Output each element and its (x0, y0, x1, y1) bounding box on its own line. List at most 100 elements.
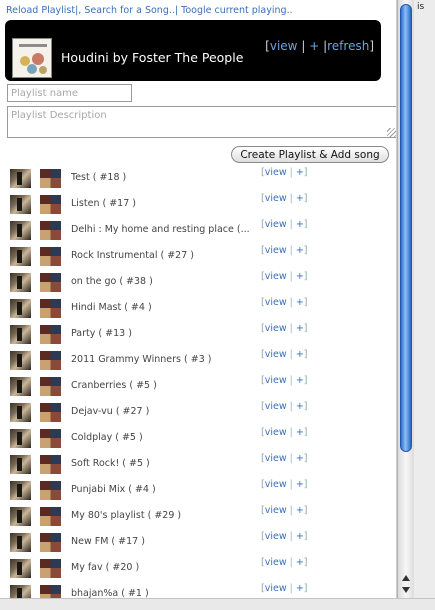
playlist-view-link[interactable]: view (265, 271, 287, 282)
playlist-view-link[interactable]: view (265, 323, 287, 334)
playlist-collage-thumbnail (40, 585, 61, 598)
bracket: ] (303, 557, 308, 568)
list-item: My 80's playlist ( #29 ) [view | +] (0, 503, 396, 529)
playlist-add-link[interactable]: + (296, 193, 304, 204)
playlist-view-link[interactable]: view (265, 375, 287, 386)
playlist-collage-thumbnail (40, 195, 61, 214)
separator: | (289, 531, 293, 542)
playlist-collage-thumbnail (40, 377, 61, 396)
playlist-actions: [view | +] (261, 557, 308, 568)
playlist-thumbnail (10, 247, 31, 266)
now-playing-actions: [view | + |refresh] (265, 39, 374, 53)
resize-grip-icon[interactable] (387, 128, 396, 137)
playlist-add-link[interactable]: + (296, 349, 304, 360)
list-item: Party ( #13 ) [view | +] (0, 321, 396, 347)
separator: | (289, 193, 293, 204)
list-item: Soft Rock! ( #5 ) [view | +] (0, 451, 396, 477)
playlist-view-link[interactable]: view (265, 167, 287, 178)
playlist-add-link[interactable]: + (296, 557, 304, 568)
separator: | (289, 323, 293, 334)
playlist-view-link[interactable]: view (265, 479, 287, 490)
playlist-thumbnail (10, 559, 31, 578)
separator: | (289, 453, 293, 464)
playlist-add-link[interactable]: + (296, 297, 304, 308)
playlist-view-link[interactable]: view (265, 453, 287, 464)
playlist-add-link[interactable]: + (296, 583, 304, 594)
playlist-add-link[interactable]: + (296, 505, 304, 516)
playlist-add-link[interactable]: + (296, 219, 304, 230)
playlist-view-link[interactable]: view (265, 193, 287, 204)
playlist-thumbnail (10, 507, 31, 526)
search-song-link[interactable]: Search for a Song.. (84, 5, 175, 16)
playlist-view-link[interactable]: view (265, 427, 287, 438)
separator: | (289, 583, 293, 594)
playlist-add-link[interactable]: + (296, 427, 304, 438)
playlist-thumbnail (10, 429, 31, 448)
playlist-label: Hindi Mast ( #4 ) (71, 302, 152, 313)
playlist-thumbnail (10, 585, 31, 598)
create-playlist-button[interactable]: Create Playlist & Add song (231, 146, 389, 163)
playlist-view-link[interactable]: view (265, 349, 287, 360)
reload-playlist-link[interactable]: Reload Playlist (6, 5, 75, 16)
playlist-label: Delhi : My home and resting place (... (71, 224, 250, 235)
playlist-view-link[interactable]: view (265, 219, 287, 230)
playlist-view-link[interactable]: view (265, 297, 287, 308)
playlist-label: Soft Rock! ( #5 ) (71, 458, 150, 469)
separator: | (289, 427, 293, 438)
list-item: Dejav-vu ( #27 ) [view | +] (0, 399, 396, 425)
playlist-view-link[interactable]: view (265, 245, 287, 256)
bracket: ] (369, 39, 374, 53)
playlist-collage-thumbnail (40, 169, 61, 188)
now-playing-view-link[interactable]: view (270, 39, 298, 53)
list-item: New FM ( #17 ) [view | +] (0, 529, 396, 555)
playlist-actions: [view | +] (261, 271, 308, 282)
list-item: Punjabi Mix ( #4 ) [view | +] (0, 477, 396, 503)
now-playing-refresh-link[interactable]: refresh (327, 39, 369, 53)
top-links: Reload Playlist|, Search for a Song..| T… (6, 5, 293, 16)
list-item: Cranberries ( #5 ) [view | +] (0, 373, 396, 399)
playlist-actions: [view | +] (261, 297, 308, 308)
playlist-view-link[interactable]: view (265, 505, 287, 516)
playlist-add-link[interactable]: + (296, 479, 304, 490)
playlist-thumbnail (10, 299, 31, 318)
playlist-add-link[interactable]: + (296, 453, 304, 464)
bracket: ] (303, 401, 308, 412)
playlist-actions: [view | +] (261, 375, 308, 386)
playlist-collage-thumbnail (40, 273, 61, 292)
playlist-label: 2011 Grammy Winners ( #3 ) (71, 354, 212, 365)
playlist-label: Test ( #18 ) (71, 172, 127, 183)
playlist-add-link[interactable]: + (296, 401, 304, 412)
vertical-scrollbar[interactable] (397, 0, 414, 598)
now-playing-add-link[interactable]: + (309, 39, 319, 53)
playlist-view-link[interactable]: view (265, 583, 287, 594)
playlist-add-link[interactable]: + (296, 167, 304, 178)
playlist-view-link[interactable]: view (265, 401, 287, 412)
playlist-label: My fav ( #20 ) (71, 562, 140, 573)
bracket: ] (303, 427, 308, 438)
playlist-thumbnail (10, 221, 31, 240)
playlist-name-input[interactable] (7, 84, 132, 102)
playlist-view-link[interactable]: view (265, 531, 287, 542)
playlist-label: Dejav-vu ( #27 ) (71, 406, 150, 417)
playlist-add-link[interactable]: + (296, 271, 304, 282)
scroll-up-arrow-icon[interactable] (402, 575, 410, 581)
playlist-label: Party ( #13 ) (71, 328, 132, 339)
bracket: ] (303, 193, 308, 204)
list-item: 2011 Grammy Winners ( #3 ) [view | +] (0, 347, 396, 373)
playlist-add-link[interactable]: + (296, 245, 304, 256)
playlist-add-link[interactable]: + (296, 323, 304, 334)
playlist-actions: [view | +] (261, 219, 308, 230)
scroll-down-arrow-icon[interactable] (402, 587, 410, 593)
playlist-add-link[interactable]: + (296, 375, 304, 386)
playlist-view-link[interactable]: view (265, 557, 287, 568)
playlist-description-input[interactable] (7, 106, 396, 138)
scrollbar-thumb[interactable] (400, 4, 412, 452)
separator: | (289, 245, 293, 256)
separator: | (289, 479, 293, 490)
playlist-label: My 80's playlist ( #29 ) (71, 510, 182, 521)
bracket: ] (303, 453, 308, 464)
playlist-add-link[interactable]: + (296, 531, 304, 542)
list-item: Listen ( #17 ) [view | +] (0, 191, 396, 217)
playlist-list: Test ( #18 ) [view | +] Listen ( #17 ) [view |… (0, 165, 396, 598)
toggle-current-playing-link[interactable]: Toogle current playing.. (181, 5, 292, 16)
